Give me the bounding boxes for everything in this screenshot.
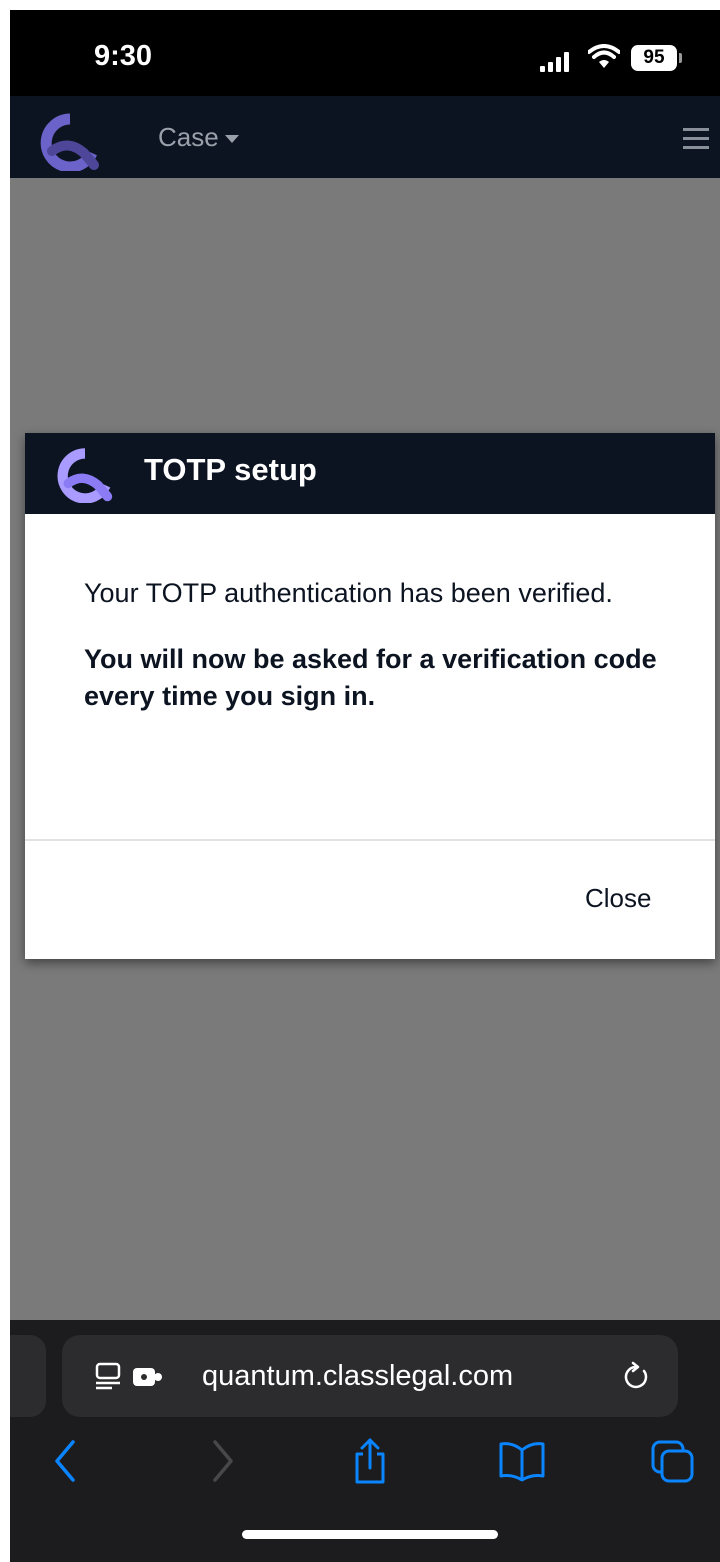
- dialog-title: TOTP setup: [144, 452, 317, 487]
- phone-screen: 9:30 95 Case TOTP setup Your TOTP authen…: [10, 10, 720, 1562]
- reload-icon[interactable]: [622, 1361, 652, 1391]
- signal-icon: [540, 50, 576, 72]
- verification-notice: You will now be asked for a verification…: [84, 644, 657, 711]
- dialog-header: TOTP setup: [25, 433, 715, 514]
- caret-down-icon: [224, 135, 239, 144]
- forward-icon[interactable]: [210, 1438, 236, 1484]
- wifi-icon: [588, 44, 620, 68]
- quantum-logo[interactable]: [38, 113, 102, 171]
- previous-tab-peek[interactable]: [10, 1335, 46, 1417]
- share-icon[interactable]: [352, 1438, 388, 1484]
- close-button[interactable]: Close: [585, 883, 651, 914]
- dialog-body: Your TOTP authentication has been verifi…: [84, 575, 674, 715]
- verified-message: Your TOTP authentication has been verifi…: [84, 578, 613, 608]
- battery-icon: 95: [631, 45, 677, 71]
- home-indicator[interactable]: [242, 1530, 498, 1539]
- extension-icon[interactable]: [131, 1366, 163, 1388]
- status-time: 9:30: [94, 40, 153, 72]
- tabs-icon[interactable]: [650, 1438, 696, 1484]
- hamburger-icon[interactable]: [683, 128, 709, 150]
- page-menu-icon[interactable]: [94, 1362, 124, 1390]
- case-label: Case: [158, 122, 219, 152]
- app-navbar: [10, 96, 720, 178]
- quantum-logo: [57, 448, 113, 503]
- dialog-divider: [25, 839, 715, 841]
- url-text[interactable]: quantum.classlegal.com: [202, 1360, 513, 1393]
- back-icon[interactable]: [52, 1438, 78, 1484]
- status-bar: 9:30 95: [10, 10, 720, 96]
- bookmarks-icon[interactable]: [498, 1438, 546, 1484]
- case-dropdown[interactable]: Case: [158, 122, 239, 153]
- totp-dialog: TOTP setup Your TOTP authentication has …: [25, 433, 715, 959]
- battery-tip: [679, 53, 682, 63]
